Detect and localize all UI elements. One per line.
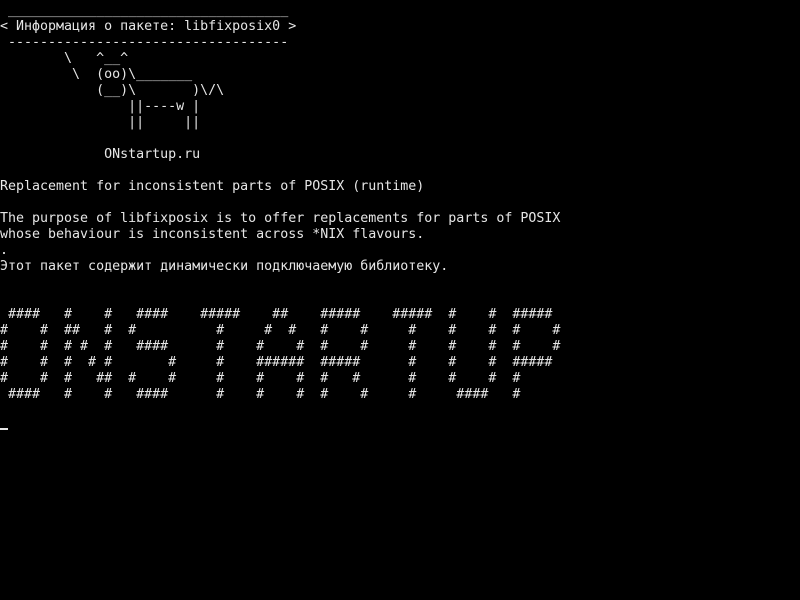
package-summary: Replacement for inconsistent parts of PO… <box>0 179 425 194</box>
ascii-art-line: # # ## # # # # # # # # # # # # <box>0 323 561 338</box>
banner-border-top: ___________________________________ <box>0 3 289 18</box>
ascii-art-line: # # # # # # # ###### ##### # # # ##### <box>0 355 553 370</box>
cow-line: \ (oo)\_______ <box>0 67 193 82</box>
ascii-banner-art: #### # # #### ##### ## ##### ##### # # #… <box>0 307 800 403</box>
ascii-cow-art: \ ^__^ \ (oo)\_______ (__)\ )\/\ ||----w… <box>0 51 800 131</box>
ascii-art-line: #### # # #### ##### ## ##### ##### # # #… <box>0 307 553 322</box>
banner-title: < Информация о пакете: libfixposix0 > <box>0 19 297 34</box>
cow-line: (__)\ )\/\ <box>0 83 225 98</box>
ascii-art-line: #### # # #### # # # # # # #### # <box>0 387 521 402</box>
terminal-console[interactable]: ___________________________________ < Ин… <box>0 3 800 600</box>
cow-line: ||----w | <box>0 99 201 114</box>
description-line: The purpose of libfixposix is to offer r… <box>0 211 561 226</box>
ascii-art-line: # # # # # #### # # # # # # # # # # <box>0 339 561 354</box>
site-label: ONstartup.ru <box>0 147 201 162</box>
description-line: whose behaviour is inconsistent across *… <box>0 227 425 242</box>
package-description: The purpose of libfixposix is to offer r… <box>0 211 800 275</box>
description-line: Этот пакет содержит динамически подключа… <box>0 259 449 274</box>
terminal-cursor <box>0 428 8 430</box>
banner-border-bottom: ----------------------------------- <box>0 35 289 50</box>
description-line: . <box>0 243 9 258</box>
ascii-art-line: # # # ## # # # # # # # # # # # <box>0 371 521 386</box>
cow-line: || || <box>0 115 201 130</box>
cow-line: \ ^__^ <box>0 51 129 66</box>
